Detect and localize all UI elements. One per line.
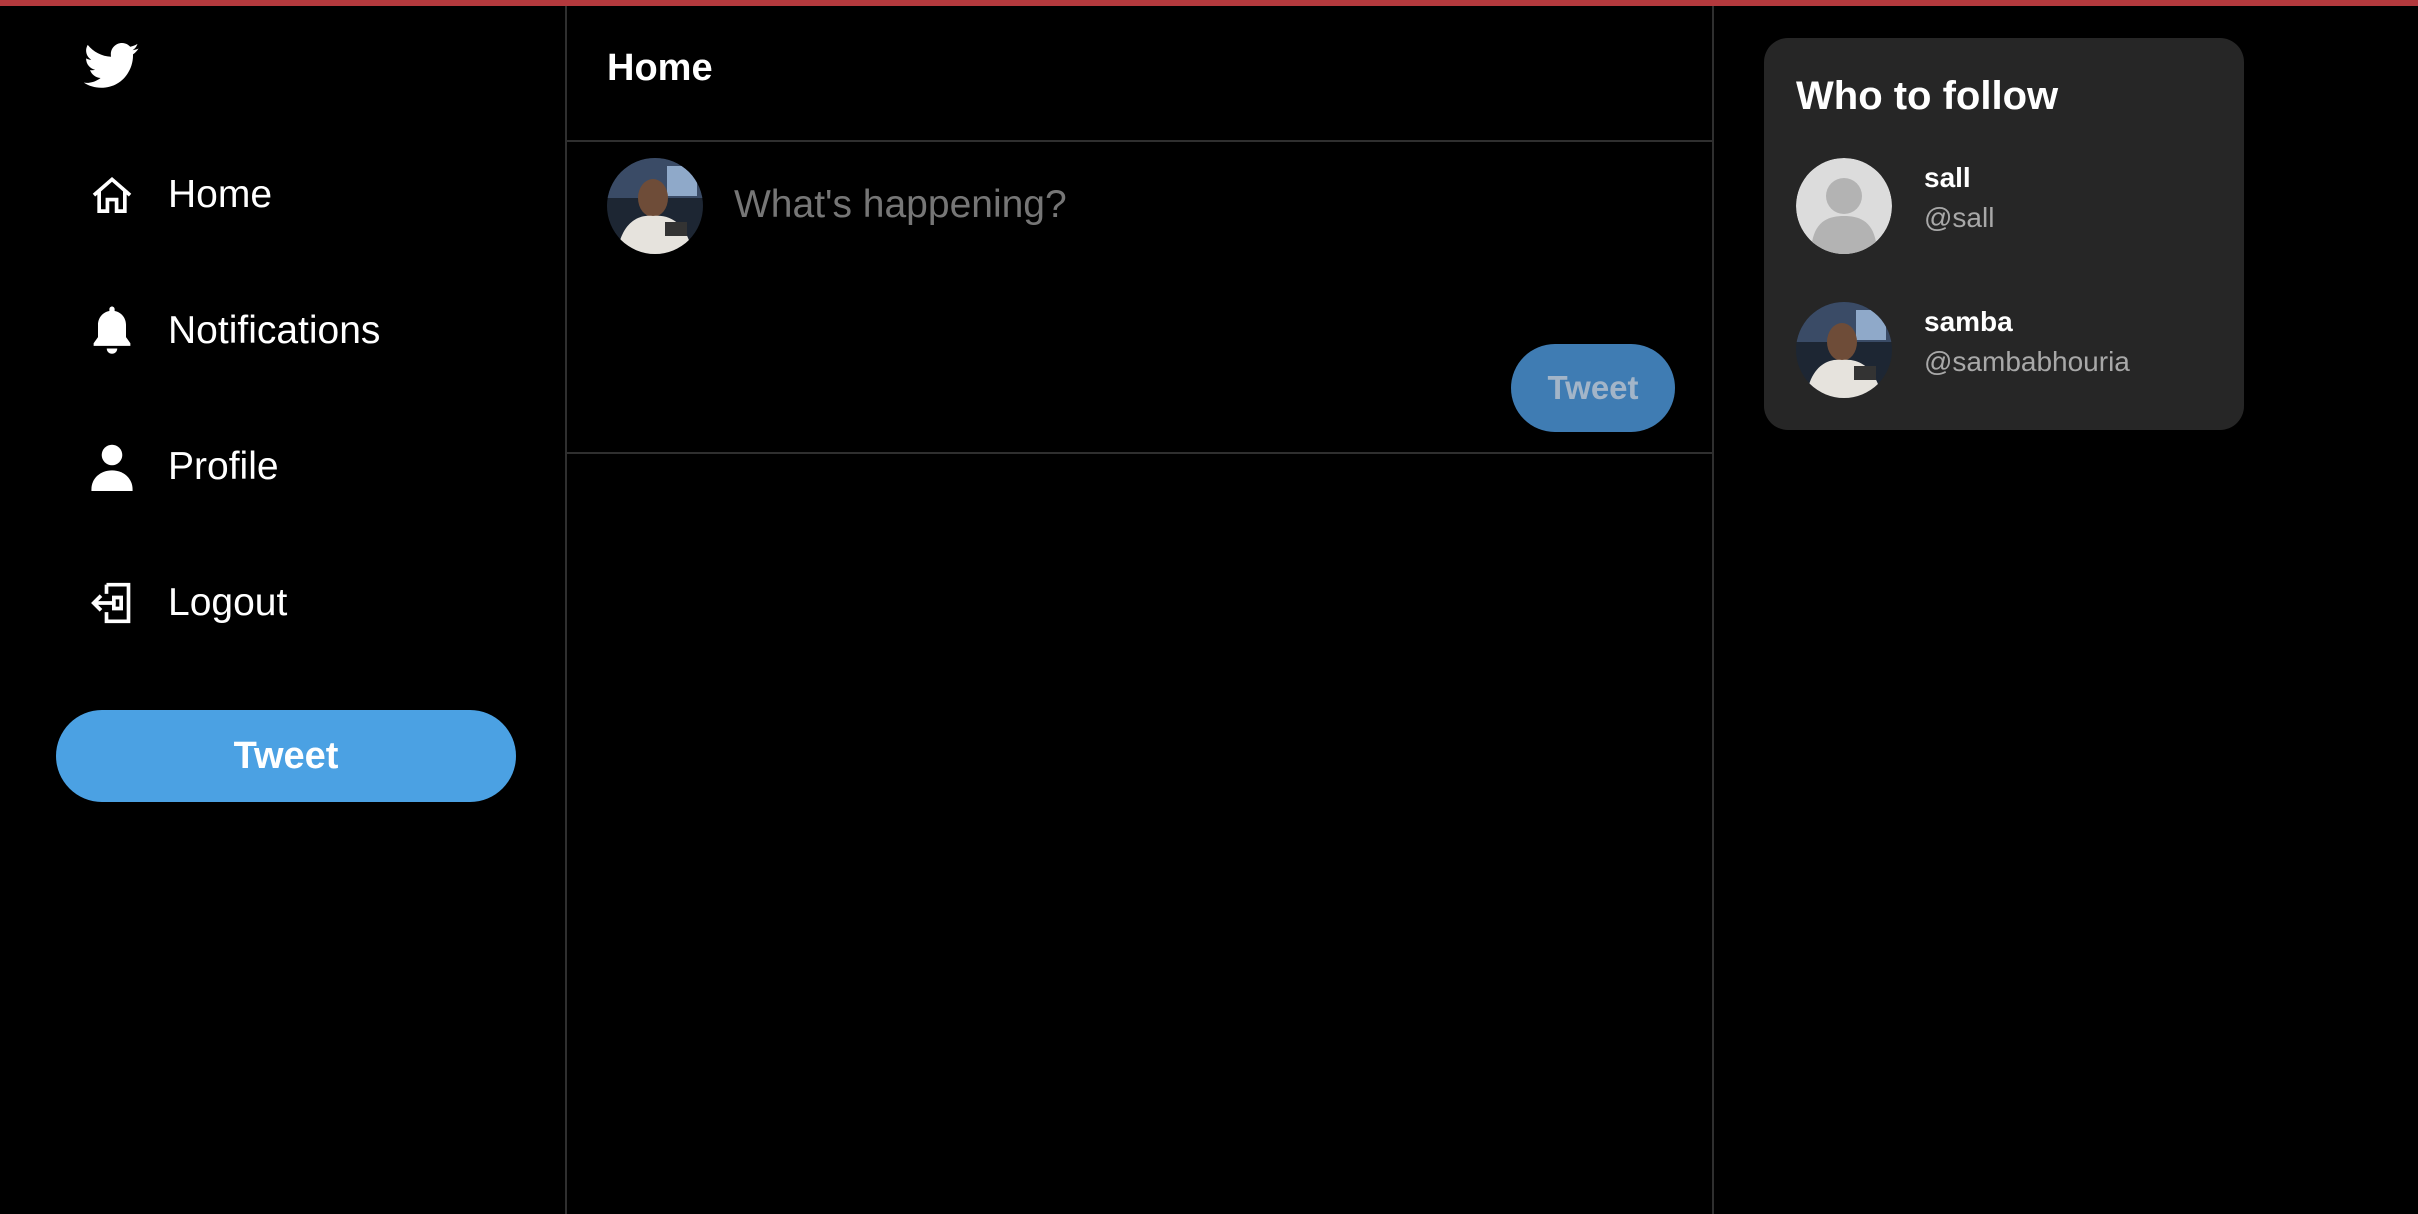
follow-name: samba xyxy=(1924,306,2013,337)
follow-suggestion[interactable]: samba @sambabhouria xyxy=(1796,302,2216,400)
sidebar-item-label: Logout xyxy=(168,581,288,624)
twitter-bird-icon[interactable] xyxy=(83,42,140,92)
sidebar-item-home[interactable]: Home xyxy=(84,155,272,235)
logout-icon xyxy=(84,575,140,631)
user-icon xyxy=(84,439,140,495)
bell-icon xyxy=(84,303,140,359)
sidebar: Home Notifications Profile Logout Tweet xyxy=(0,6,565,1214)
sidebar-item-label: Home xyxy=(168,173,273,216)
follow-handle: @sambabhouria xyxy=(1924,346,2130,377)
sidebar-tweet-button[interactable]: Tweet xyxy=(56,710,516,802)
sidebar-item-notifications[interactable]: Notifications xyxy=(84,291,380,371)
follow-handle: @sall xyxy=(1924,202,1995,233)
avatar[interactable] xyxy=(607,158,703,254)
sidebar-item-label: Profile xyxy=(168,445,279,488)
main-column: Home Tweet xyxy=(565,6,1714,1214)
who-to-follow-card: Who to follow sall @sall samba @sambabho… xyxy=(1764,38,2244,430)
composer-tweet-button[interactable]: Tweet xyxy=(1511,344,1675,432)
main-header: Home xyxy=(567,6,1712,142)
follow-name: sall xyxy=(1924,162,1971,193)
sidebar-item-profile[interactable]: Profile xyxy=(84,427,279,507)
sidebar-item-label: Notifications xyxy=(168,309,381,352)
tweet-input[interactable] xyxy=(732,174,1636,236)
home-icon xyxy=(84,167,140,223)
default-avatar xyxy=(1796,158,1892,254)
page-title: Home xyxy=(607,46,713,89)
who-to-follow-title: Who to follow xyxy=(1796,74,2059,118)
photo-avatar xyxy=(1796,302,1892,398)
sidebar-item-logout[interactable]: Logout xyxy=(84,563,287,643)
tweet-composer: Tweet xyxy=(567,142,1712,454)
follow-suggestion[interactable]: sall @sall xyxy=(1796,158,2216,256)
